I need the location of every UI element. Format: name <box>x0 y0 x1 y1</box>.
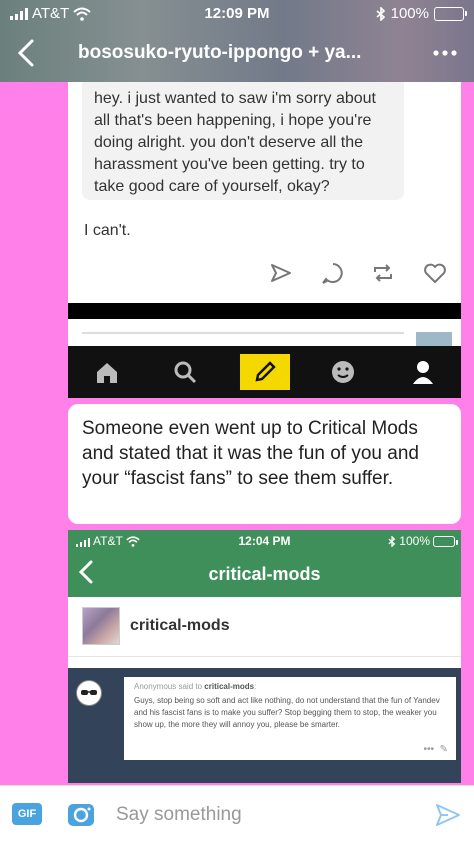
quoted-header: AT&T 12:04 PM 100% critical-mods <box>68 530 461 597</box>
quoted-status-bar: AT&T 12:04 PM 100% <box>68 533 461 549</box>
nav-bar: bososuko-ryuto-ippongo + ya... <box>0 34 474 74</box>
send-button[interactable] <box>434 801 462 829</box>
gif-button[interactable]: GIF <box>12 803 42 825</box>
quoted-blog-name: critical-mods <box>130 617 230 634</box>
quoted-status-right: 100% <box>388 534 458 548</box>
search-icon <box>174 361 197 384</box>
camera-icon[interactable] <box>66 800 96 828</box>
message-input[interactable] <box>116 800 416 830</box>
ask-recipient: critical-mods <box>204 682 255 691</box>
compose-icon <box>255 361 276 382</box>
chat-message: Someone even went up to Critical Mods an… <box>68 404 461 524</box>
ask-header: Anonymous said to critical-mods: <box>134 682 257 691</box>
top-bar: AT&T 12:09 PM 100% bososuko-ryuto-ippong… <box>0 0 474 82</box>
back-button[interactable] <box>12 38 40 68</box>
status-bar: AT&T 12:09 PM 100% <box>0 4 474 24</box>
quoted-blog-title: critical-mods <box>208 564 321 584</box>
quoted-battery-icon <box>433 535 458 547</box>
status-right: 100% <box>376 5 467 22</box>
battery-percent: 100% <box>390 5 429 22</box>
tumblr-tab-bar <box>68 346 461 398</box>
quoted-battery-percent: 100% <box>399 534 430 548</box>
bluetooth-icon <box>376 6 385 21</box>
quoted-ask: Anonymous said to critical-mods: Guys, s… <box>124 677 456 760</box>
quoted-message: hey. i just wanted to saw i'm sorry abou… <box>82 82 404 200</box>
more-options-icon[interactable] <box>430 40 460 66</box>
send-icon <box>271 264 291 282</box>
battery-icon <box>434 6 467 21</box>
compose-button <box>240 354 290 390</box>
post-actions <box>268 260 458 290</box>
message-composer: GIF <box>0 785 474 843</box>
blog-avatar <box>82 607 120 645</box>
comment-icon <box>322 263 343 284</box>
ask-text: Guys, stop being so soft and act like no… <box>134 696 440 729</box>
ask-sender: Anonymous said to <box>134 682 203 691</box>
quoted-bluetooth-icon <box>388 535 396 547</box>
home-icon <box>97 363 117 383</box>
quoted-reply: I can't. <box>84 222 131 239</box>
heart-icon <box>424 263 446 283</box>
anonymous-avatar-icon <box>76 680 102 706</box>
person-icon <box>413 361 433 384</box>
reblog-icon <box>374 264 392 282</box>
quoted-blog-row: critical-mods <box>68 597 461 657</box>
shared-screenshot-2[interactable]: AT&T 12:04 PM 100% critical-mods critica… <box>68 530 461 783</box>
emoji-icon <box>332 361 354 383</box>
ask-more-icon: ••• ✎ <box>423 744 448 755</box>
divider <box>68 303 461 319</box>
conversation-title[interactable]: bososuko-ryuto-ippongo + ya... <box>78 42 398 64</box>
